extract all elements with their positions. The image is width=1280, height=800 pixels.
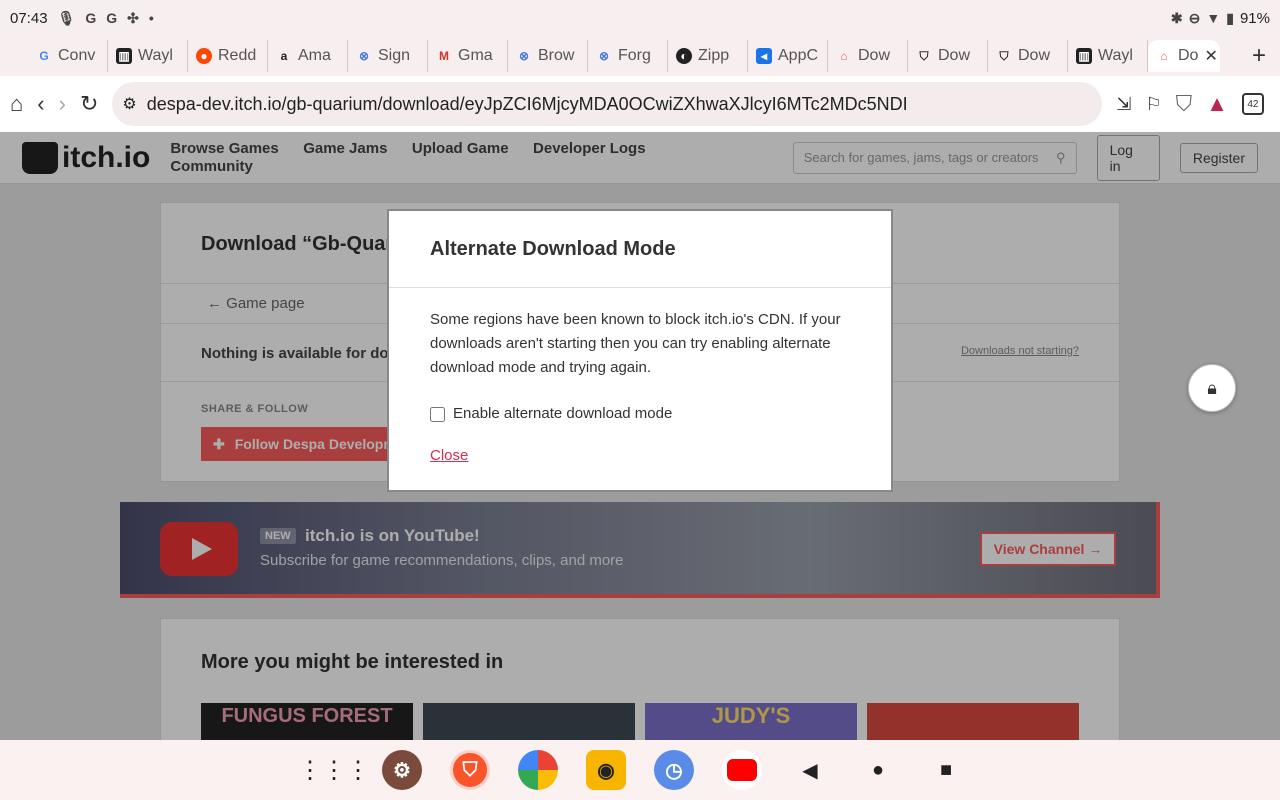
- clock-icon[interactable]: ◷: [654, 750, 694, 790]
- gmail-icon: M: [439, 49, 449, 63]
- open-in-app-icon[interactable]: ⇲: [1116, 87, 1131, 121]
- app-drawer-icon[interactable]: ⋮⋮⋮: [298, 750, 370, 790]
- site-icon: ⊗: [518, 49, 530, 63]
- new-tab-icon[interactable]: +: [1252, 42, 1266, 70]
- lock-icon[interactable]: 🔒︎: [1188, 364, 1236, 412]
- tab-switcher-icon[interactable]: 42: [1241, 87, 1264, 121]
- browser-tab[interactable]: ◐ Zipp: [668, 40, 748, 72]
- modal-header: Alternate Download Mode: [389, 211, 891, 288]
- alternate-mode-checkbox[interactable]: [430, 406, 445, 422]
- site-settings-icon[interactable]: ⚙: [122, 94, 136, 114]
- site-icon: ⊗: [598, 49, 610, 63]
- zippy-icon: ◐: [676, 48, 692, 64]
- browser-tab[interactable]: a Ama: [268, 40, 348, 72]
- checkbox-label: Enable alternate download mode: [453, 405, 673, 422]
- browser-tab[interactable]: M Gma: [428, 40, 508, 72]
- youtube-icon[interactable]: [722, 750, 762, 790]
- settings-icon[interactable]: ⚙: [382, 750, 422, 790]
- browser-tab[interactable]: ▥ Wayl: [1068, 40, 1148, 72]
- youtube-logo: [727, 759, 757, 781]
- back-nav-icon[interactable]: ◀: [790, 750, 830, 790]
- forward-icon[interactable]: ›: [59, 87, 66, 121]
- google-notification-icon: G: [106, 10, 118, 26]
- browser-tab[interactable]: ⌂ Dow: [828, 40, 908, 72]
- tab-label: Dow: [858, 47, 891, 64]
- tab-label: Wayl: [138, 47, 173, 64]
- tab-label: Wayl: [1098, 47, 1133, 64]
- browser-tab[interactable]: ● Redd: [188, 40, 268, 72]
- battery-icon: ▮: [1226, 9, 1234, 26]
- tab-label: Dow: [938, 47, 971, 64]
- browser-tab[interactable]: ⊗ Sign: [348, 40, 428, 72]
- tab-label: AppC: [778, 47, 819, 64]
- itch-icon: ⌂: [1160, 49, 1168, 63]
- itch-icon: ⌂: [840, 49, 848, 63]
- google-notification-icon: G: [85, 10, 97, 26]
- tab-label: Gma: [458, 47, 493, 64]
- alternate-download-modal: Alternate Download Mode Some regions hav…: [387, 209, 893, 492]
- browser-toolbar: ⌂ ‹ › ↻ ⚙ despa-dev.itch.io/gb-quarium/d…: [0, 76, 1280, 132]
- recents-nav-icon[interactable]: ■: [926, 750, 966, 790]
- status-time: 07:43: [10, 9, 48, 27]
- browser-tab[interactable]: ⊗ Brow: [508, 40, 588, 72]
- tab-label: Sign: [378, 47, 411, 64]
- home-icon[interactable]: ⌂: [10, 87, 23, 121]
- back-icon[interactable]: ‹: [37, 87, 44, 121]
- tab-label: Ama: [298, 47, 331, 64]
- status-bar: 07:43 🎙 G G ✣ • ✱ ⊖ ▼ ▮ 91%: [0, 0, 1280, 36]
- tab-label: Forg: [618, 47, 651, 64]
- modal-title: Alternate Download Mode: [430, 237, 676, 260]
- alternate-mode-option[interactable]: Enable alternate download mode: [430, 402, 850, 426]
- dnd-icon: ⊖: [1188, 9, 1201, 26]
- site-icon: ⊗: [358, 49, 370, 63]
- brave-icon: ⛉: [999, 48, 1009, 63]
- tab-label: Do: [1178, 47, 1199, 64]
- tab-label: Brow: [538, 47, 575, 64]
- android-nav-bar: ⋮⋮⋮ ⚙ ⛉ ◉ ◷ ◀ ● ■: [0, 740, 1280, 800]
- browser-tab[interactable]: G Conv: [28, 40, 108, 72]
- google-icon: G: [39, 49, 49, 63]
- browser-tab-active[interactable]: ⌂ Do ✕: [1148, 40, 1220, 72]
- bookmark-icon[interactable]: ⚐: [1145, 87, 1161, 121]
- photos-icon[interactable]: [518, 750, 558, 790]
- brave-icon: ⛉: [919, 48, 929, 63]
- browser-tab[interactable]: ⛉ Dow: [908, 40, 988, 72]
- slack-icon: ✣: [127, 9, 139, 26]
- more-notifications-icon: •: [148, 10, 154, 26]
- tab-label: Dow: [1018, 47, 1051, 64]
- browser-tab[interactable]: ⊗ Forg: [588, 40, 668, 72]
- browser-tab[interactable]: ▥ Wayl: [108, 40, 188, 72]
- tab-label: Conv: [58, 47, 96, 64]
- tab-count: 42: [1241, 93, 1264, 115]
- battery-level: 91%: [1239, 9, 1270, 27]
- radio-icon[interactable]: ◉: [586, 750, 626, 790]
- mic-icon: 🎙: [57, 9, 76, 26]
- url-text[interactable]: despa-dev.itch.io/gb-quarium/download/ey…: [147, 94, 1093, 115]
- reddit-icon: ●: [196, 48, 212, 64]
- amazon-icon: a: [280, 49, 288, 63]
- modal-description: Some regions have been known to block it…: [430, 311, 841, 376]
- bluetooth-icon: ✱: [1170, 9, 1183, 26]
- close-tab-icon[interactable]: ✕: [1204, 46, 1217, 66]
- browser-tab[interactable]: ⛉ Dow: [988, 40, 1068, 72]
- wifi-icon: ▼: [1206, 10, 1221, 26]
- tab-label: Zipp: [698, 47, 730, 64]
- address-bar[interactable]: ⚙ despa-dev.itch.io/gb-quarium/download/…: [112, 82, 1103, 126]
- archive-icon: ▥: [116, 48, 132, 64]
- brave-rewards-icon[interactable]: ▲: [1206, 87, 1228, 121]
- brave-icon[interactable]: ⛉: [450, 750, 490, 790]
- archive-icon: ▥: [1076, 48, 1092, 64]
- reload-icon[interactable]: ↻: [80, 87, 98, 121]
- browser-tab[interactable]: ◂ AppC: [748, 40, 828, 72]
- home-nav-icon[interactable]: ●: [858, 750, 898, 790]
- modal-body: Some regions have been known to block it…: [389, 288, 891, 488]
- tab-strip: G Conv ▥ Wayl ● Redd a Ama ⊗ Sign M Gma ⊗ Brow …: [0, 36, 1280, 76]
- tab-label: Redd: [218, 47, 257, 64]
- brave-shields-icon[interactable]: ⛉: [1176, 87, 1193, 121]
- app-icon: ◂: [756, 48, 772, 64]
- close-link[interactable]: Close: [430, 444, 468, 468]
